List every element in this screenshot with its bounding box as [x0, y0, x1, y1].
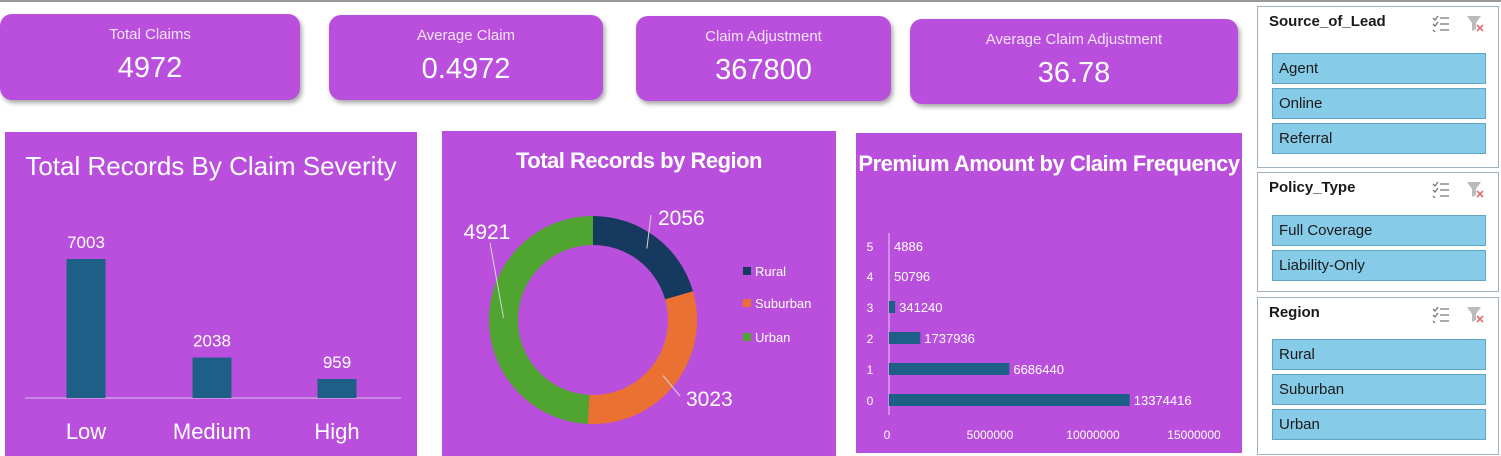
kpi-label: Claim Adjustment [705, 28, 822, 45]
bar [889, 301, 896, 313]
category-label: 3 [867, 301, 874, 315]
kpi-value: 367800 [715, 54, 812, 86]
slicer-title: Source_of_Lead [1269, 13, 1386, 30]
slicer-policy-type: Policy_Type Full Coverage Liability-Only [1257, 172, 1499, 292]
data-label: 7003 [67, 233, 105, 252]
top-divider [0, 0, 1501, 2]
legend-swatch [743, 267, 751, 275]
legend-swatch [743, 333, 751, 341]
legend-label: Rural [755, 264, 786, 279]
kpi-label: Total Claims [109, 26, 191, 43]
kpi-claim-adjustment: Claim Adjustment 367800 [636, 16, 891, 101]
slicer-item-rural[interactable]: Rural [1272, 339, 1486, 370]
slicer-title: Region [1269, 304, 1320, 321]
bar [317, 378, 357, 398]
clear-filter-icon[interactable] [1466, 14, 1484, 32]
data-label: 1737936 [924, 331, 975, 346]
category-label: 2 [867, 332, 874, 346]
data-label: 6686440 [1013, 362, 1064, 377]
data-label: 341240 [899, 300, 942, 315]
donut-slice-urban [488, 216, 593, 424]
legend-label: Urban [755, 330, 790, 345]
category-label: Low [66, 419, 106, 444]
multi-select-icon[interactable] [1432, 180, 1450, 199]
donut-slice-suburban [587, 291, 697, 425]
claim-frequency-bar-chart: 0 13374416 1 6686440 2 1737936 3 341240 4 50796 5 4… [867, 233, 1221, 442]
data-label: 4886 [894, 239, 923, 254]
chart-claim-frequency[interactable]: Premium Amount by Claim Frequency 0 13374… [856, 133, 1242, 453]
x-tick-label: 0 [884, 428, 891, 442]
data-label: 2056 [658, 207, 705, 230]
data-label: 2038 [193, 332, 231, 351]
kpi-label: Average Claim Adjustment [985, 31, 1163, 48]
kpi-value: 36.78 [1037, 57, 1111, 89]
clear-filter-icon[interactable] [1466, 180, 1484, 198]
slicer-source-of-lead: Source_of_Lead Agent Online Referral [1257, 6, 1499, 168]
category-label: Medium [173, 419, 251, 444]
bar [889, 332, 921, 344]
slicer-item-suburban[interactable]: Suburban [1272, 374, 1486, 405]
x-tick-label: 5000000 [967, 428, 1014, 442]
bar [889, 363, 1010, 375]
region-donut-chart: 2056 3023 4921 Rural Suburban Urban [464, 207, 811, 425]
x-tick-label: 15000000 [1167, 428, 1221, 442]
chart-region[interactable]: Total Records by Region 2056 3023 4921 Rura… [442, 131, 836, 456]
category-label: 4 [867, 270, 874, 284]
kpi-average-claim: Average Claim 0.4972 [329, 15, 603, 100]
clear-filter-icon[interactable] [1466, 305, 1484, 323]
slicer-item-online[interactable]: Online [1272, 88, 1486, 119]
category-label: High [314, 419, 359, 444]
multi-select-icon[interactable] [1432, 14, 1450, 33]
kpi-label: Average Claim [416, 27, 516, 44]
slicer-title: Policy_Type [1269, 179, 1356, 196]
data-label: 13374416 [1134, 393, 1192, 408]
slicer-item-liability-only[interactable]: Liability-Only [1272, 250, 1486, 281]
category-label: 0 [867, 394, 874, 408]
slicer-item-referral[interactable]: Referral [1272, 123, 1486, 154]
bar [66, 259, 106, 398]
claim-severity-bar-chart: 7003 Low 2038 Medium 959 High [25, 233, 401, 444]
x-tick-label: 10000000 [1066, 428, 1120, 442]
data-label: 959 [323, 353, 351, 372]
category-label: 1 [867, 363, 874, 377]
kpi-total-claims: Total Claims 4972 [0, 14, 300, 100]
slicer-item-urban[interactable]: Urban [1272, 409, 1486, 440]
kpi-value: 4972 [117, 52, 183, 84]
slicer-region: Region Rural Suburban Urban [1257, 297, 1499, 455]
kpi-average-claim-adjustment: Average Claim Adjustment 36.78 [910, 19, 1238, 104]
bar [889, 394, 1130, 406]
data-label: 3023 [686, 388, 733, 411]
data-label: 50796 [894, 269, 930, 284]
legend-swatch [743, 299, 751, 307]
category-label: 5 [867, 240, 874, 254]
chart-claim-severity[interactable]: Total Records By Claim Severity 7003 Low 2… [5, 132, 417, 456]
data-label: 4921 [464, 221, 511, 244]
kpi-value: 0.4972 [421, 53, 511, 85]
legend-label: Suburban [755, 296, 811, 311]
slicer-item-agent[interactable]: Agent [1272, 53, 1486, 84]
multi-select-icon[interactable] [1432, 305, 1450, 324]
bar [192, 357, 232, 398]
slicer-item-full-coverage[interactable]: Full Coverage [1272, 215, 1486, 246]
